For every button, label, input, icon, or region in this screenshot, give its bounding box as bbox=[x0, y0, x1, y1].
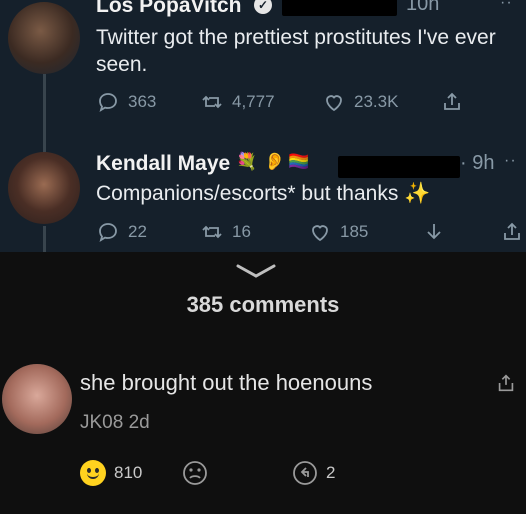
share-button[interactable] bbox=[440, 90, 464, 114]
share-icon[interactable] bbox=[495, 372, 517, 394]
verified-badge-icon: ✓ bbox=[254, 0, 272, 14]
tweet-text: Twitter got the prettiest prostitutes I'… bbox=[96, 26, 496, 76]
tweet-author-name[interactable]: Los PopaVitch bbox=[96, 0, 241, 18]
thread-line bbox=[43, 226, 46, 252]
share-button[interactable] bbox=[500, 220, 524, 244]
retweet-count: 16 bbox=[232, 222, 251, 241]
smile-emoji-icon bbox=[80, 460, 106, 486]
like-count: 23.3K bbox=[354, 92, 399, 111]
comment-text: she brought out the hoenouns bbox=[80, 370, 373, 395]
arrow-down-icon bbox=[427, 224, 441, 240]
reply-count: 363 bbox=[128, 92, 157, 111]
chevron-down-icon[interactable] bbox=[234, 262, 278, 280]
bouquet-emoji-icon: 💐 bbox=[236, 152, 258, 171]
rainbow-flag-icon: 🏳️‍🌈 bbox=[288, 152, 310, 171]
reply-icon bbox=[99, 93, 117, 112]
retweet-button[interactable]: 16 bbox=[200, 220, 251, 244]
laugh-count: 810 bbox=[114, 463, 143, 482]
like-button[interactable]: 185 bbox=[308, 220, 368, 244]
reply-icon bbox=[99, 223, 117, 242]
comment-meta: JK08 2d bbox=[80, 412, 150, 434]
heart-icon bbox=[326, 95, 342, 112]
like-count: 185 bbox=[340, 222, 369, 241]
comment-username[interactable]: JK08 bbox=[80, 412, 123, 433]
ear-emoji-icon: 👂 bbox=[264, 152, 286, 171]
tweet-screenshot: Los PopaVitch ✓ 10h ·· Twitter got the p… bbox=[0, 0, 526, 252]
reply-icon bbox=[293, 461, 317, 485]
comments-count[interactable]: 385 comments bbox=[0, 292, 526, 318]
reply-button[interactable]: 2 bbox=[292, 460, 335, 486]
more-icon[interactable]: ·· bbox=[504, 152, 517, 170]
share-icon bbox=[504, 222, 520, 240]
retweet-icon bbox=[202, 95, 222, 109]
tweet-text: Companions/escorts* but thanks ✨ bbox=[96, 182, 431, 205]
heart-icon bbox=[312, 225, 328, 242]
more-icon[interactable]: ·· bbox=[500, 0, 513, 12]
download-button[interactable] bbox=[422, 220, 446, 244]
comment-age: 2d bbox=[128, 412, 150, 433]
avatar[interactable] bbox=[2, 364, 72, 434]
frown-icon bbox=[183, 461, 207, 485]
retweet-icon bbox=[202, 225, 222, 239]
redacted-handle bbox=[282, 0, 397, 16]
redacted-handle bbox=[338, 156, 460, 178]
reply-count: 2 bbox=[326, 463, 336, 482]
like-button[interactable]: 23.3K bbox=[322, 90, 398, 114]
thread-line bbox=[43, 74, 46, 152]
reply-button[interactable]: 22 bbox=[96, 220, 147, 244]
share-icon bbox=[444, 92, 460, 110]
reply-count: 22 bbox=[128, 222, 147, 241]
tweet-author-name[interactable]: Kendall Maye bbox=[96, 152, 230, 176]
tweet-time: · 9h bbox=[460, 152, 495, 174]
avatar[interactable] bbox=[8, 2, 80, 74]
reply-button[interactable]: 363 bbox=[96, 90, 156, 114]
retweet-button[interactable]: 4,777 bbox=[200, 90, 275, 114]
retweet-count: 4,777 bbox=[232, 92, 275, 111]
frown-reaction-button[interactable] bbox=[182, 460, 208, 486]
laugh-reaction-button[interactable]: 810 bbox=[80, 460, 142, 486]
avatar[interactable] bbox=[8, 152, 80, 224]
tweet-time: 10h bbox=[406, 0, 440, 15]
